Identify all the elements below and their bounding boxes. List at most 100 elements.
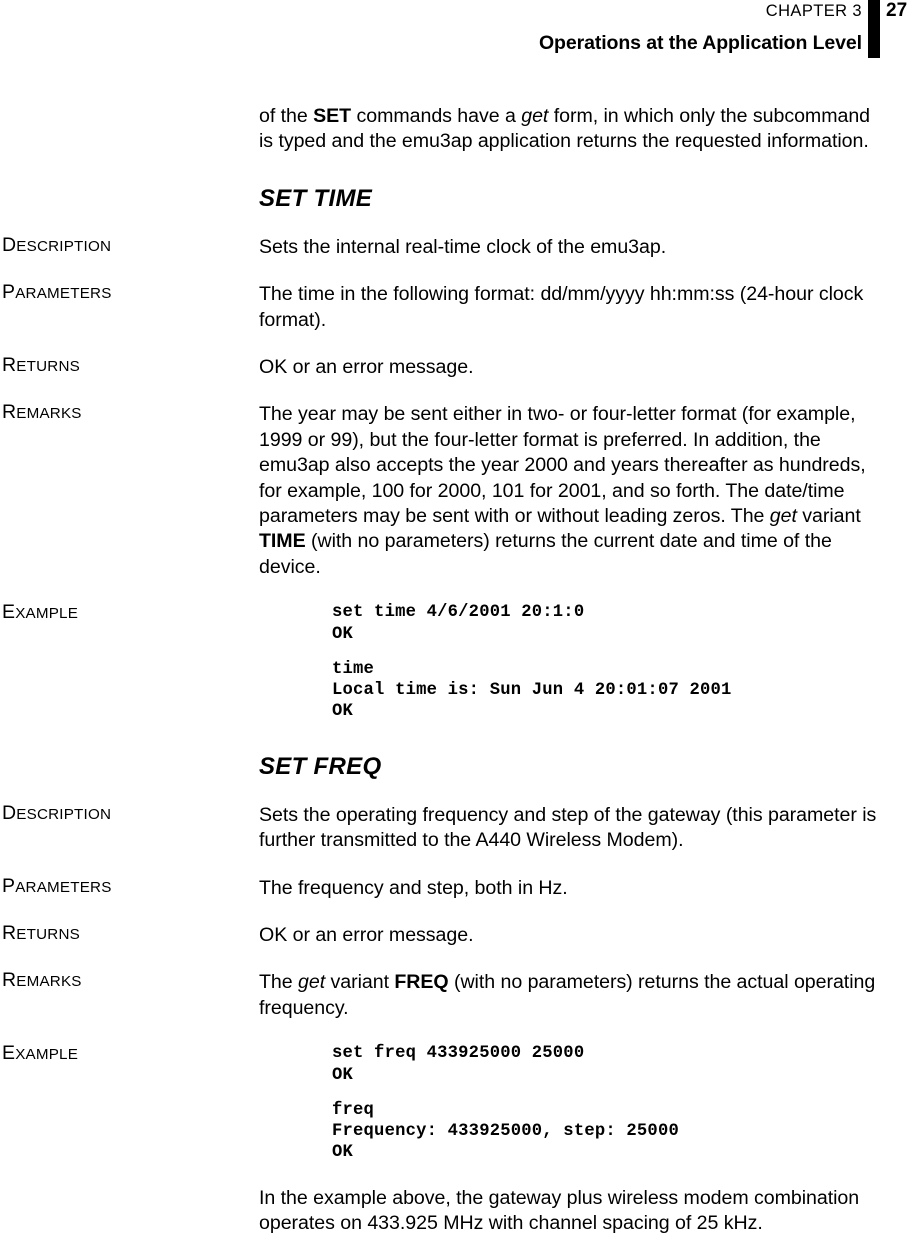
margin-label-description: DESCRIPTION [2,802,252,825]
label-rest: XAMPLE [15,605,79,623]
section-heading-set-time: SET TIME [259,184,373,212]
description-text-set-time: Sets the internal real-time clock of the… [259,235,667,258]
intro-body: of the SET commands have a get form, in … [259,104,881,155]
label-cap: P [2,281,16,304]
label-cap: E [2,1042,16,1065]
label-cap: R [2,401,17,424]
code-block-set-freq-1: set freq 433925000 25000 OK [332,1044,585,1085]
remarks-row-set-freq: REMARKS The get variant FREQ (with no pa… [0,970,910,1021]
code-block-set-time-1: set time 4/6/2001 20:1:0 OK [332,603,585,644]
margin-label-example: EXAMPLE [2,602,252,624]
description-body: Sets the operating frequency and step of… [259,803,881,854]
returns-text-set-time: OK or an error message. [259,356,474,379]
parameters-body: The frequency and step, both in Hz. [259,876,881,901]
page-number: 27 [886,0,908,21]
label-rest: ESCRIPTION [16,237,112,255]
returns-body: OK or an error message. [259,355,881,380]
closing-body: In the example above, the gateway plus w… [259,1186,881,1237]
intro-seg-set: SET [313,105,352,127]
label-cap: P [2,874,16,897]
margin-label-example: EXAMPLE [2,1043,252,1065]
label-rest: EMARKS [16,973,82,991]
running-title: Operations at the Application Level [538,32,862,54]
returns-text-set-freq: OK or an error message. [259,923,474,946]
example-body: set time 4/6/2001 20:1:0 OK time Local t… [259,602,881,722]
chapter-label: CHAPTER 3 [765,2,862,20]
margin-label-remarks: REMARKS [2,970,252,992]
remarks-seg-2: variant [796,505,861,528]
label-rest: ETURNS [16,358,80,376]
remarks-text-set-freq: The get variant FREQ (with no parameters… [259,970,881,1021]
margin-label-description: DESCRIPTION [2,233,252,257]
remarks-body: The year may be sent either in two- or f… [259,402,881,580]
label-cap: D [2,233,17,256]
label-cap: E [2,601,16,624]
closing-paragraph: In the example above, the gateway plus w… [259,1186,860,1235]
intro-seg-get: get [521,105,549,127]
margin-label-parameters: PARAMETERS [2,282,252,304]
description-body: Sets the internal real-time clock of the… [259,235,881,260]
remarks-row-set-time: REMARKS The year may be sent either in t… [0,402,910,580]
parameters-body: The time in the following format: dd/mm/… [259,282,881,333]
label-rest: XAMPLE [15,1046,79,1064]
label-cap: R [2,354,17,377]
label-rest: ESCRIPTION [16,805,112,823]
remarks-seg-get: get [298,971,326,994]
margin-label-parameters: PARAMETERS [2,874,252,898]
section-heading-row-set-time: SET TIME [0,185,910,213]
margin-label-remarks: REMARKS [2,402,252,424]
remarks-body: The get variant FREQ (with no parameters… [259,970,881,1021]
remarks-seg-freq: FREQ [394,971,449,994]
margin-label-returns: RETURNS [2,921,252,945]
remarks-text-set-time: The year may be sent either in two- or f… [259,402,881,580]
description-row-set-freq: DESCRIPTION Sets the operating frequency… [0,802,910,854]
section-heading-set-freq: SET FREQ [259,752,382,780]
parameters-row-set-time: PARAMETERS The time in the following for… [0,282,910,333]
intro-paragraph: of the SET commands have a get form, in … [259,104,881,155]
section-heading-col: SET FREQ [259,753,881,781]
page-header: CHAPTER 3 27 Operations at the Applicati… [0,0,910,62]
example-body: set freq 433925000 25000 OK freq Frequen… [259,1043,881,1163]
remarks-seg-get: get [769,505,797,528]
label-rest: ARAMETERS [15,878,112,896]
label-rest: ETURNS [16,925,80,943]
label-rest: ARAMETERS [15,285,112,303]
intro-row: of the SET commands have a get form, in … [0,104,910,155]
example-row-set-freq: EXAMPLE set freq 433925000 25000 OK freq… [0,1043,910,1163]
returns-row-set-time: RETURNS OK or an error message. [0,355,910,380]
section-heading-col: SET TIME [259,185,881,213]
description-row-set-time: DESCRIPTION Sets the internal real-time … [0,233,910,260]
returns-body: OK or an error message. [259,923,881,948]
code-block-set-time-2: time Local time is: Sun Jun 4 20:01:07 2… [332,659,732,722]
parameters-row-set-freq: PARAMETERS The frequency and step, both … [0,874,910,901]
header-vertical-rule [868,0,880,58]
label-rest: EMARKS [16,405,82,423]
example-row-set-time: EXAMPLE set time 4/6/2001 20:1:0 OK time… [0,602,910,722]
remarks-seg-2: variant [325,971,395,994]
remarks-seg-3: (with no parameters) returns the current… [259,530,832,578]
label-cap: R [2,969,17,992]
parameters-text-set-time: The time in the following format: dd/mm/… [259,283,864,331]
remarks-seg-1: The [259,971,299,994]
code-block-set-freq-2: freq Frequency: 433925000, step: 25000 O… [332,1100,679,1163]
label-cap: R [2,921,17,944]
page-content: of the SET commands have a get form, in … [0,104,910,1237]
remarks-seg-time: TIME [259,530,306,553]
description-text-set-freq: Sets the operating frequency and step of… [259,803,877,852]
returns-row-set-freq: RETURNS OK or an error message. [0,921,910,948]
closing-row: In the example above, the gateway plus w… [0,1186,910,1237]
section-heading-row-set-freq: SET FREQ [0,753,910,781]
